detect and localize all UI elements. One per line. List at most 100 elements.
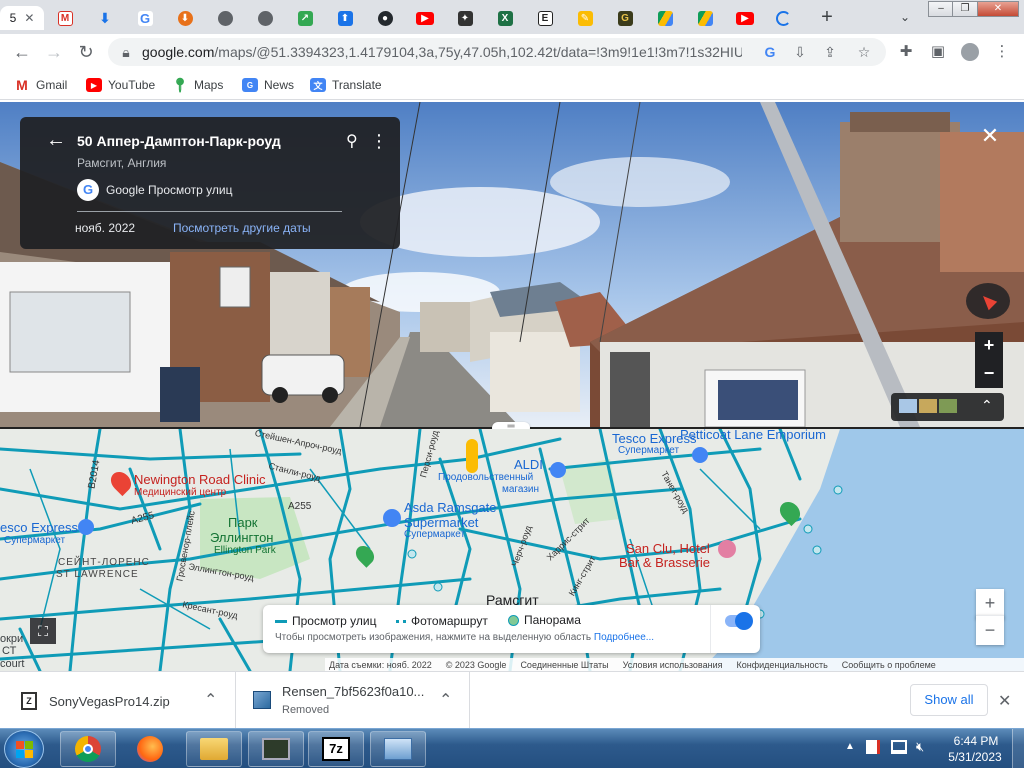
expand-up-icon[interactable]: ⌃ xyxy=(981,397,993,414)
chevron-up-icon[interactable]: ⌃ xyxy=(439,690,452,710)
share-icon[interactable]: ⇪ xyxy=(820,42,840,62)
tab-upload[interactable]: ⬆ xyxy=(330,6,360,30)
tab-youtube[interactable]: ▶ xyxy=(410,6,440,30)
close-window-button[interactable]: ✕ xyxy=(977,1,1019,17)
back-arrow-icon[interactable]: ← xyxy=(46,129,66,152)
more-options-icon[interactable]: ⋮ xyxy=(370,131,388,152)
download-item[interactable]: Z SonyVegasPro14.zip ⌃ xyxy=(0,672,236,729)
install-icon[interactable]: ⇩ xyxy=(790,42,810,62)
tab-active[interactable]: 5 ✕ xyxy=(0,6,44,30)
new-tab-button[interactable]: + xyxy=(816,6,838,28)
chevron-up-icon[interactable]: ⌃ xyxy=(204,690,217,710)
tab-gamepad[interactable]: ✦ xyxy=(450,6,480,30)
streetview-layer-toggle[interactable] xyxy=(725,612,753,630)
sv-zoom-in-button[interactable]: + xyxy=(975,332,1003,360)
clock-time[interactable]: 6:44 PM xyxy=(950,734,1002,748)
star-icon[interactable]: ☆ xyxy=(854,42,874,62)
bookmark-maps[interactable]: 📍︎ Maps xyxy=(171,76,223,94)
tab-g-dark[interactable]: G xyxy=(610,6,640,30)
thumb-sky[interactable] xyxy=(899,399,917,413)
clinic-label[interactable]: Newington Road Clinic xyxy=(134,472,266,487)
location-pin-icon[interactable]: ⚲ xyxy=(346,131,358,151)
tab-download[interactable]: ⬇ xyxy=(90,6,120,30)
bookmark-translate[interactable]: 文 Translate xyxy=(310,76,382,94)
tab-drive[interactable] xyxy=(650,6,680,30)
aldi-label[interactable]: ALDI xyxy=(514,457,543,472)
tab-github[interactable]: ● xyxy=(370,6,400,30)
show-desktop-button[interactable] xyxy=(1012,729,1024,769)
tab-book[interactable]: E xyxy=(530,6,560,30)
lock-icon[interactable]: 🔒︎ xyxy=(116,42,136,62)
tray-expand-icon[interactable]: ▲ xyxy=(845,741,855,752)
clock-date[interactable]: 5/31/2023 xyxy=(944,750,1006,764)
aldi-pin-icon[interactable] xyxy=(550,462,566,478)
attr-report[interactable]: Сообщить о проблеме xyxy=(842,660,936,670)
tab-share[interactable]: ↗ xyxy=(290,6,320,30)
tesco-top-pin-icon[interactable] xyxy=(692,447,708,463)
tab-globe2[interactable] xyxy=(250,6,280,30)
layer-photoroute[interactable]: Фотомаршрут xyxy=(396,614,488,628)
network-icon[interactable] xyxy=(891,740,907,754)
extensions-icon[interactable]: ✚ xyxy=(894,40,918,64)
taskbar-chrome[interactable] xyxy=(60,731,116,767)
asda-pin-icon[interactable] xyxy=(383,509,401,527)
address-bar[interactable]: 🔒︎ google.com/maps/@51.3394323,1.4179104… xyxy=(108,38,886,66)
tab-loading[interactable] xyxy=(768,6,798,30)
learn-more-link[interactable]: Подробнее... xyxy=(594,632,654,643)
bookmark-gmail[interactable]: M Gmail xyxy=(14,76,67,94)
close-downloads-icon[interactable]: ✕ xyxy=(998,691,1011,711)
tab-close-icon[interactable]: ✕ xyxy=(24,11,34,25)
reload-icon[interactable]: ↻ xyxy=(74,40,98,64)
map-zoom-out-button[interactable]: − xyxy=(976,615,1004,645)
url-text[interactable]: google.com/maps/@51.3394323,1.4179104,3a… xyxy=(142,44,742,60)
tesco-left-label[interactable]: esco Express xyxy=(0,520,78,535)
tab-orange[interactable]: ⬇ xyxy=(170,6,200,30)
minimize-button[interactable]: ‒ xyxy=(928,1,954,17)
taskbar-firefox[interactable] xyxy=(122,731,178,767)
pegman-icon[interactable] xyxy=(466,439,478,473)
sidepanel-icon[interactable]: ▣ xyxy=(926,40,950,64)
chevron-down-icon[interactable]: ⌄ xyxy=(896,8,914,26)
tab-gmail[interactable]: M xyxy=(50,6,80,30)
back-icon[interactable]: ← xyxy=(10,40,34,64)
petticoat-label[interactable]: Petticoat Lane Emporium xyxy=(680,429,826,442)
tab-pencil[interactable]: ✎ xyxy=(570,6,600,30)
download-item[interactable]: Rensen_7bf5623f0a10... Removed ⌃ xyxy=(236,672,470,729)
compass-icon[interactable] xyxy=(966,283,1010,319)
thumb-sand[interactable] xyxy=(919,399,937,413)
tab-excel[interactable]: X xyxy=(490,6,520,30)
taskbar-app[interactable] xyxy=(248,731,304,767)
asda-label[interactable]: Asda Ramsgate xyxy=(404,500,497,515)
flag-icon[interactable] xyxy=(866,740,880,754)
profile-avatar[interactable] xyxy=(958,40,982,64)
taskbar-explorer[interactable] xyxy=(186,731,242,767)
hotel-pin-icon[interactable] xyxy=(718,540,736,558)
asda-label-2[interactable]: Supermarket xyxy=(404,515,478,530)
bookmark-news[interactable]: G News xyxy=(242,76,294,94)
google-lens-icon[interactable]: G xyxy=(760,42,780,62)
taskbar-7zip[interactable]: 7z xyxy=(308,731,364,767)
tab-youtube2[interactable]: ▶ xyxy=(730,6,760,30)
sv-zoom-out-button[interactable]: − xyxy=(975,360,1003,388)
attr-terms[interactable]: Условия использования xyxy=(623,660,723,670)
tab-google[interactable]: G xyxy=(130,6,160,30)
layer-streetview[interactable]: Просмотр улиц xyxy=(275,614,376,628)
attr-region[interactable]: Соединенные Штаты xyxy=(520,660,608,670)
close-street-view-button[interactable]: ✕ xyxy=(978,124,1002,148)
tab-drive2[interactable] xyxy=(690,6,720,30)
park-label-2[interactable]: Эллингтон xyxy=(210,530,273,545)
park-label[interactable]: Парк xyxy=(228,515,258,530)
taskbar-control-panel[interactable] xyxy=(370,731,426,767)
bookmark-youtube[interactable]: ▶ YouTube xyxy=(86,76,155,94)
start-button[interactable] xyxy=(4,730,44,768)
forward-icon[interactable]: → xyxy=(42,40,66,64)
maximize-button[interactable]: ❐ xyxy=(952,1,978,17)
tesco-left-pin-icon[interactable] xyxy=(78,519,94,535)
layer-panorama[interactable]: Панорама xyxy=(508,613,581,627)
tab-globe[interactable] xyxy=(210,6,240,30)
sanclu-label[interactable]: San Clu, Hotel xyxy=(626,541,710,556)
see-other-dates-link[interactable]: Посмотреть другие даты xyxy=(173,221,311,235)
sanclu-label-2[interactable]: Bar & Brasserie xyxy=(619,555,710,570)
layer-thumbnails[interactable]: ⌃ xyxy=(891,393,1004,421)
fullscreen-icon[interactable]: ⛶ xyxy=(30,618,56,644)
